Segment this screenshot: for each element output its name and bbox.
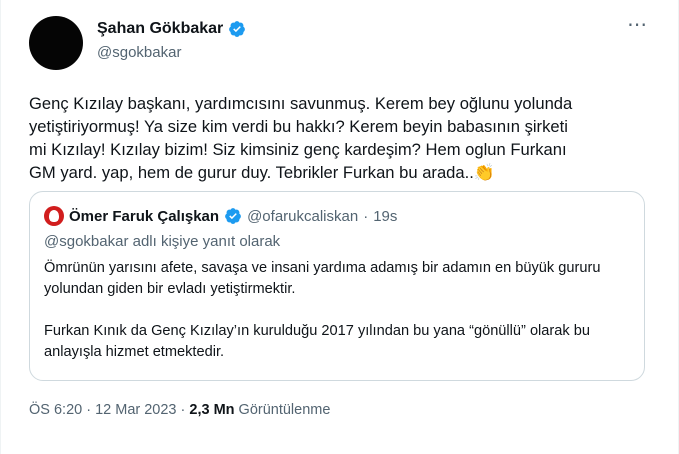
- quoted-paragraph: Ömrünün yarısını afete, savaşa ve insani…: [44, 260, 601, 297]
- more-options-icon[interactable]: ⋯: [627, 15, 648, 35]
- tweet-timestamp[interactable]: ÖS 6:20 · 12 Mar 2023: [29, 402, 177, 418]
- quoted-author-avatar[interactable]: [44, 206, 64, 226]
- meta-separator: ·: [176, 402, 190, 418]
- quoted-separator: ·: [363, 207, 369, 225]
- quoted-reply-to: @sgokbakar adlı kişiye yanıt olarak: [44, 233, 281, 250]
- tweet-header: Şahan Gökbakar @sgokbakar ⋯: [29, 14, 658, 74]
- quoted-tweet[interactable]: Ömer Faruk Çalışkan @ofarukcaliskan · 19…: [29, 191, 645, 381]
- tweet-text-line: Genç Kızılay başkanı, yardımcısını savun…: [29, 94, 573, 113]
- author-names: Şahan Gökbakar @sgokbakar: [97, 20, 246, 61]
- quoted-tweet-text: Ömrünün yarısını afete, savaşa ve insani…: [44, 258, 624, 384]
- author-display-name[interactable]: Şahan Gökbakar: [97, 20, 223, 38]
- verified-badge-icon: [225, 208, 241, 224]
- tweet-text-line-content: GM yard. yap, hem de gurur duy. Tebrikle…: [29, 163, 474, 182]
- author-handle[interactable]: @sgokbakar: [97, 44, 246, 61]
- quoted-author-display-name[interactable]: Ömer Faruk Çalışkan: [69, 208, 219, 225]
- view-count: 2,3 Mn: [189, 402, 235, 418]
- quoted-paragraph: Furkan Kınık da Genç Kızılay’ın kurulduğ…: [44, 323, 590, 360]
- verified-badge-icon: [229, 21, 246, 37]
- tweet-text-line: yetiştiriyormuş! Ya size kim verdi bu ha…: [29, 117, 568, 136]
- tweet-card: Şahan Gökbakar @sgokbakar ⋯ Genç Kızılay…: [0, 0, 679, 454]
- author-avatar[interactable]: [29, 16, 83, 70]
- tweet-text: Genç Kızılay başkanı, yardımcısını savun…: [29, 92, 649, 184]
- quoted-tweet-header: Ömer Faruk Çalışkan @ofarukcaliskan · 19…: [44, 206, 397, 226]
- tweet-text-line: mi Kızılay! Kızılay bizim! Siz kimsiniz …: [29, 140, 567, 159]
- quoted-author-handle[interactable]: @ofarukcaliskan: [247, 208, 358, 225]
- views-label: Görüntülenme: [234, 402, 331, 418]
- clapping-hands-emoji: 👏: [473, 163, 496, 182]
- quoted-time[interactable]: 19s: [373, 208, 397, 225]
- tweet-meta: ÖS 6:20 · 12 Mar 2023 · 2,3 Mn Görüntüle…: [29, 402, 330, 418]
- tweet-text-line: GM yard. yap, hem de gurur duy. Tebrikle…: [29, 161, 649, 184]
- author-name-row: Şahan Gökbakar: [97, 20, 246, 38]
